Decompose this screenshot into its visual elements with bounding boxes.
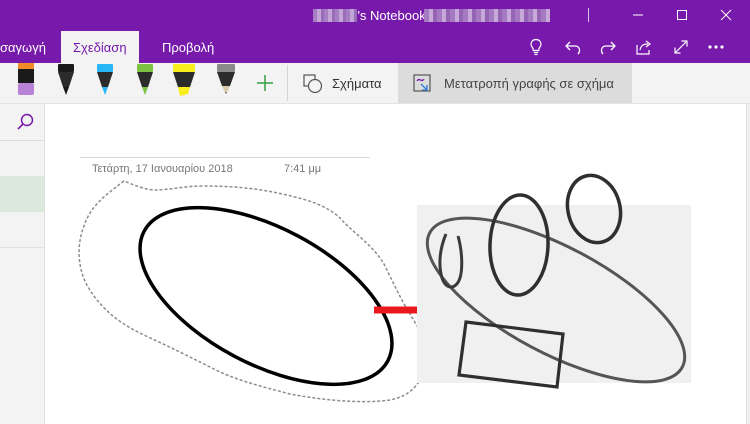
tab-draw[interactable]: Σχεδίαση [61, 31, 139, 63]
converted-large-ellipse [425, 216, 687, 384]
ink-to-shape-icon [413, 74, 431, 92]
redo-button[interactable] [595, 35, 621, 59]
converted-rectangle [457, 320, 565, 389]
page-date: Τετάρτη, 17 Ιανουαρίου 2018 [92, 163, 233, 175]
title-bar: 's Notebook – [0, 0, 750, 31]
title-separator [588, 8, 589, 22]
maximize-icon [677, 10, 687, 20]
converted-ellipse-1 [488, 193, 550, 297]
converted-shapes-panel [417, 205, 691, 383]
ribbon-tabs: σαγωγή Σχεδίαση Προβολή [0, 31, 750, 63]
shapes-icon [303, 74, 323, 94]
more-options-button[interactable] [703, 35, 729, 59]
pen-purple-partial[interactable] [14, 63, 38, 104]
selected-page-item[interactable] [0, 176, 44, 212]
share-icon [636, 40, 651, 55]
red-arrow [374, 293, 460, 328]
pencil-icon [217, 64, 235, 94]
lightbulb-icon [530, 38, 542, 56]
ink-to-shape-label: Μετατροπή γραφής σε σχήμα [444, 76, 614, 91]
toolbar-divider [287, 65, 288, 101]
sidebar [0, 104, 45, 424]
scrollbar[interactable] [746, 104, 750, 424]
share-button[interactable] [631, 35, 657, 59]
minimize-icon [633, 14, 643, 16]
search-button[interactable] [0, 104, 44, 141]
pencil-gray[interactable] [214, 63, 238, 104]
pen-green-icon [137, 64, 153, 95]
tab-view[interactable]: Προβολή [162, 40, 214, 55]
pen-cyan-icon [97, 64, 113, 95]
plus-icon [257, 75, 273, 91]
pen-cyan[interactable] [94, 63, 116, 104]
page-time: 7:41 μμ [284, 163, 322, 175]
ink-ellipse [138, 205, 394, 387]
undo-icon [565, 41, 581, 55]
redo-icon [600, 41, 616, 55]
pen-black[interactable] [55, 63, 77, 104]
close-icon [720, 9, 732, 21]
minimize-button[interactable] [618, 2, 658, 28]
pen-green[interactable] [134, 63, 156, 104]
highlighter-icon [173, 64, 195, 96]
redacted-user [424, 9, 550, 22]
add-pen-button[interactable] [256, 74, 274, 97]
tab-insert[interactable]: σαγωγή [0, 40, 46, 55]
redacted-name [313, 9, 358, 22]
fullscreen-button[interactable] [668, 35, 694, 59]
shapes-label: Σχήματα [332, 76, 382, 91]
search-icon [17, 113, 34, 130]
undo-button[interactable] [560, 35, 586, 59]
close-button[interactable] [706, 2, 746, 28]
more-icon [708, 45, 724, 49]
converted-ellipse-2 [565, 173, 623, 245]
maximize-button[interactable] [662, 2, 702, 28]
sidebar-divider [0, 247, 44, 248]
draw-toolbar: Σχήματα Μετατροπή γραφής σε σχήμα [0, 63, 750, 104]
expand-icon [674, 40, 688, 54]
highlighter-yellow[interactable] [170, 63, 198, 104]
tell-me-button[interactable] [523, 35, 549, 59]
pen-black-icon [58, 64, 74, 95]
page-title-line [80, 157, 370, 158]
pen-icon [18, 63, 34, 95]
converted-u-stroke [438, 233, 464, 289]
lasso-selection [78, 180, 428, 403]
shapes-button[interactable]: Σχήματα [294, 63, 394, 103]
ink-to-shape-button[interactable]: Μετατροπή γραφής σε σχήμα [398, 63, 632, 103]
